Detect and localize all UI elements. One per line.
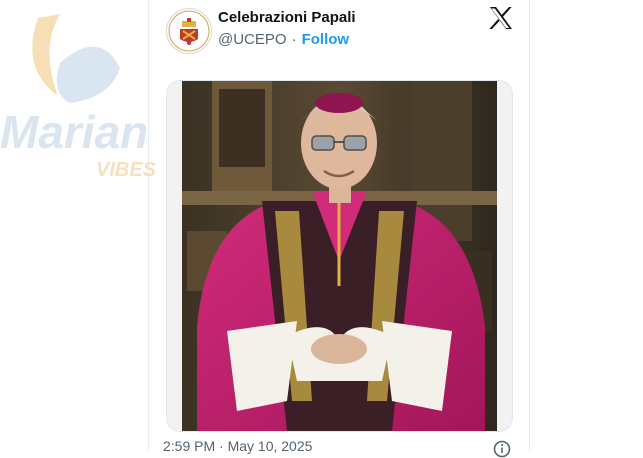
info-icon[interactable] xyxy=(493,440,511,458)
tweet-timestamp[interactable]: 2:59 PM · May 10, 2025 xyxy=(163,438,312,454)
tweet-media-photo[interactable] xyxy=(166,80,513,432)
handle[interactable]: @UCEPO xyxy=(218,31,287,48)
x-logo-icon[interactable] xyxy=(488,6,514,30)
follow-button[interactable]: Follow xyxy=(302,31,350,48)
photo-image xyxy=(182,81,497,431)
svg-text:Marian: Marian xyxy=(0,106,148,158)
marian-vibes-watermark-logo: Marian VIBES xyxy=(0,14,157,181)
display-name[interactable]: Celebrazioni Papali xyxy=(218,9,356,26)
separator-dot: · xyxy=(291,31,297,48)
handle-row: @UCEPO · Follow xyxy=(218,31,349,48)
svg-text:VIBES: VIBES xyxy=(96,159,157,181)
